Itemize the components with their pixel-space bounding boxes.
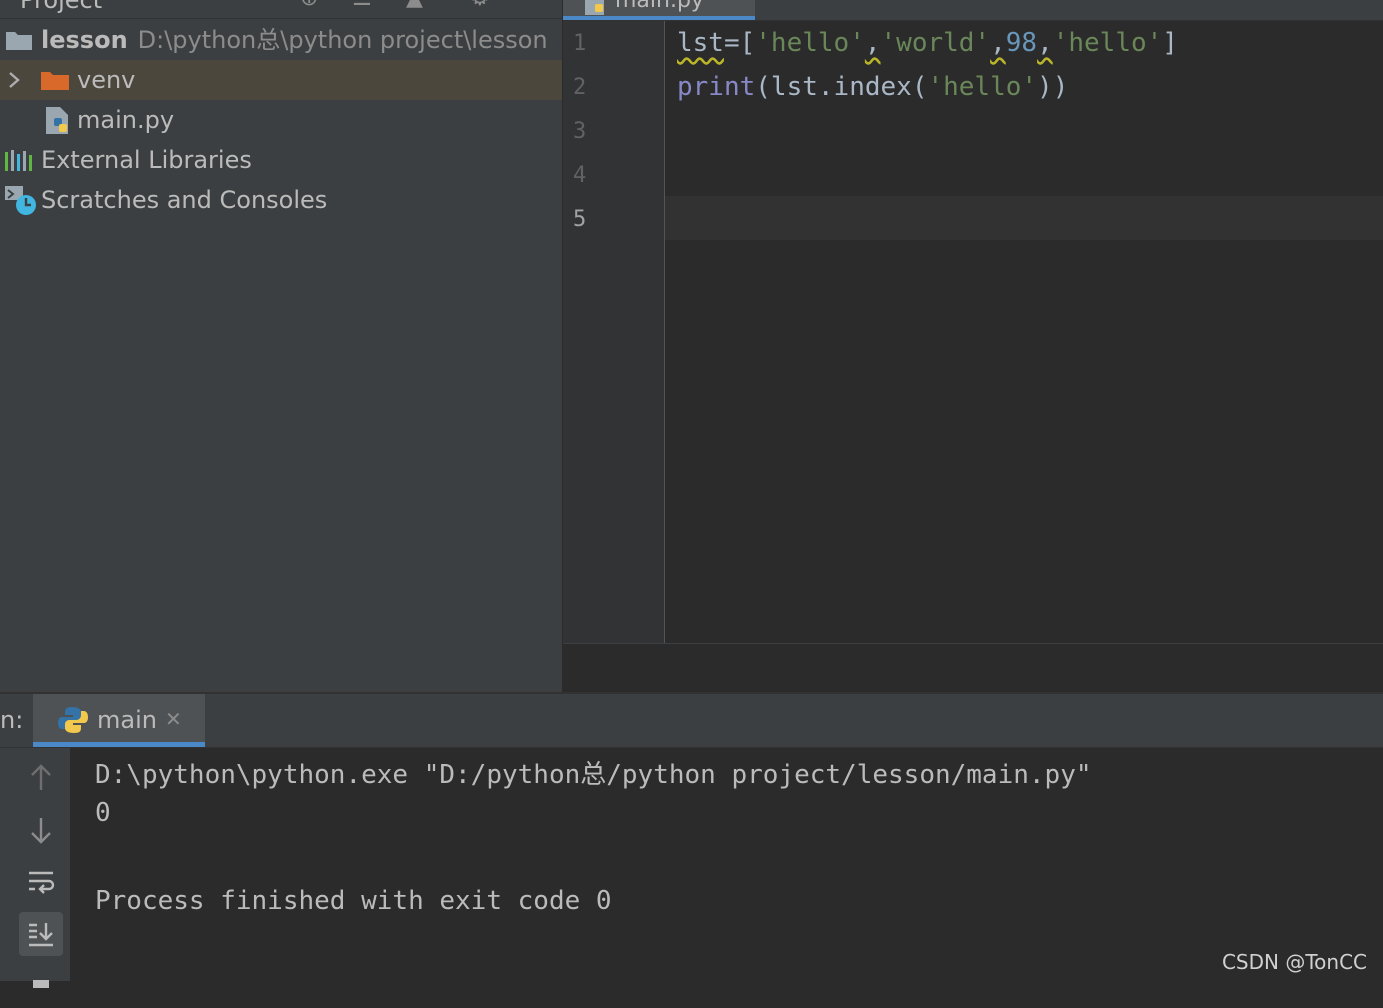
line-number-current: 5: [573, 207, 587, 232]
tree-row-scratches[interactable]: Scratches and Consoles: [0, 180, 562, 220]
folder-icon: [41, 72, 69, 90]
main-py-label: main.py: [77, 106, 175, 134]
venv-label: venv: [77, 66, 136, 94]
code-string: 'world': [880, 28, 991, 58]
tree-row-venv[interactable]: venv: [0, 60, 562, 100]
chevron-right-icon[interactable]: [6, 70, 22, 90]
gutter-divider: [664, 21, 665, 643]
line-number: 1: [573, 31, 587, 56]
console-line-command: D:\python\python.exe "D:/python总/python …: [95, 760, 1092, 790]
code-line-1[interactable]: lst=['hello','world',98,'hello']: [677, 21, 1178, 65]
scratches-icon: [5, 186, 36, 215]
python-file-icon: [585, 0, 604, 15]
close-icon[interactable]: ✕: [165, 707, 182, 731]
project-panel: Project ⊕ ☰ ▲ ⚙ lesson D:\python总\python …: [0, 0, 562, 692]
caret-row-highlight: [665, 196, 1383, 240]
external-libraries-label: External Libraries: [41, 146, 252, 174]
globe-icon[interactable]: ⊕: [300, 0, 318, 10]
code-token: ,: [1037, 28, 1053, 58]
code-token: (lst.index(: [755, 72, 928, 102]
tree-row-root[interactable]: lesson D:\python总\python project\lesson: [0, 20, 562, 60]
root-folder-name: lesson: [41, 26, 128, 54]
line-number-gutter: 1 2 3 4 5: [563, 21, 664, 643]
project-title: Project: [20, 0, 103, 14]
down-arrow-icon[interactable]: [19, 808, 63, 852]
watermark: CSDN @TonCC: [1221, 950, 1367, 974]
editor-bottom-area: [563, 643, 1383, 693]
run-panel-title: n:: [0, 706, 24, 734]
editor-tab-bar: main.py: [563, 0, 1383, 21]
libraries-icon: [5, 150, 32, 171]
root-folder-path: D:\python总\python project\lesson: [137, 26, 548, 54]
scratches-label: Scratches and Consoles: [41, 186, 328, 214]
console-line-output: 0: [95, 798, 111, 828]
python-file-icon: [46, 107, 68, 134]
code-token: ]: [1162, 28, 1178, 58]
python-icon: [58, 707, 88, 733]
scroll-to-end-icon[interactable]: [19, 912, 63, 956]
code-line-2[interactable]: print(lst.index('hello')): [677, 65, 1068, 109]
settings-gear-icon[interactable]: ⚙: [470, 0, 490, 10]
run-toolbar: [0, 748, 70, 988]
project-header: Project ⊕ ☰ ▲ ⚙: [0, 0, 562, 19]
run-tab-label: main: [97, 706, 157, 734]
active-tab-indicator: [563, 16, 755, 20]
tree-row-main-py[interactable]: main.py: [0, 100, 562, 140]
line-number: 2: [573, 75, 587, 100]
up-arrow-icon[interactable]: [19, 756, 63, 800]
code-token: lst: [677, 28, 724, 58]
locate-icon[interactable]: ▲: [406, 0, 423, 10]
active-tab-indicator: [33, 742, 205, 747]
code-token: )): [1037, 72, 1069, 102]
code-string: 'hello': [1052, 28, 1163, 58]
code-token: ,: [990, 28, 1006, 58]
tab-main-py[interactable]: main.py: [563, 0, 755, 20]
print-icon[interactable]: [19, 964, 63, 1008]
console-line-exit: Process finished with exit code 0: [95, 886, 612, 916]
folder-icon: [6, 32, 32, 50]
line-number: 3: [573, 119, 587, 144]
soft-wrap-icon[interactable]: [19, 860, 63, 904]
code-editor[interactable]: [665, 21, 1383, 643]
code-string: 'hello': [755, 28, 865, 58]
run-tab-main[interactable]: main ✕: [33, 694, 205, 747]
run-panel-header: n: main ✕: [0, 694, 1383, 748]
tree-row-external-libraries[interactable]: External Libraries: [0, 140, 562, 180]
tab-main-py-label: main.py: [615, 0, 704, 13]
code-token: ,: [864, 28, 881, 58]
code-string: 'hello': [927, 72, 1038, 102]
code-number: 98: [1005, 28, 1038, 58]
line-number: 4: [573, 163, 587, 188]
code-builtin: print: [677, 72, 756, 102]
collapse-icon[interactable]: ☰: [352, 0, 372, 10]
code-token: =[: [723, 28, 756, 58]
